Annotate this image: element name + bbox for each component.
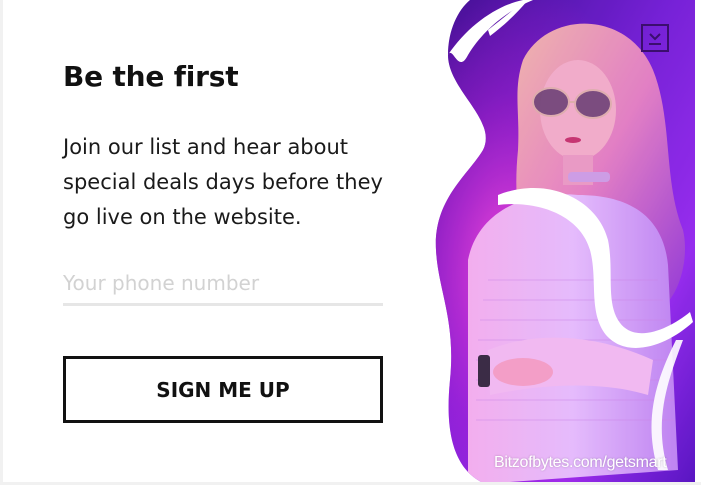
signup-popup: Be the first Join our list and hear abou… — [0, 0, 701, 485]
popup-title: Be the first — [63, 60, 239, 93]
popup-description: Join our list and hear about special dea… — [63, 135, 383, 229]
hero-image — [428, 0, 695, 485]
hero-illustration — [435, 0, 695, 485]
frame-edge-left — [0, 0, 3, 485]
phone-number-input[interactable] — [63, 263, 383, 306]
watermark-text: Bitzofbytes.com/getsmart — [494, 454, 667, 471]
close-icon[interactable] — [641, 24, 669, 52]
sign-me-up-button[interactable]: SIGN ME UP — [63, 356, 383, 423]
